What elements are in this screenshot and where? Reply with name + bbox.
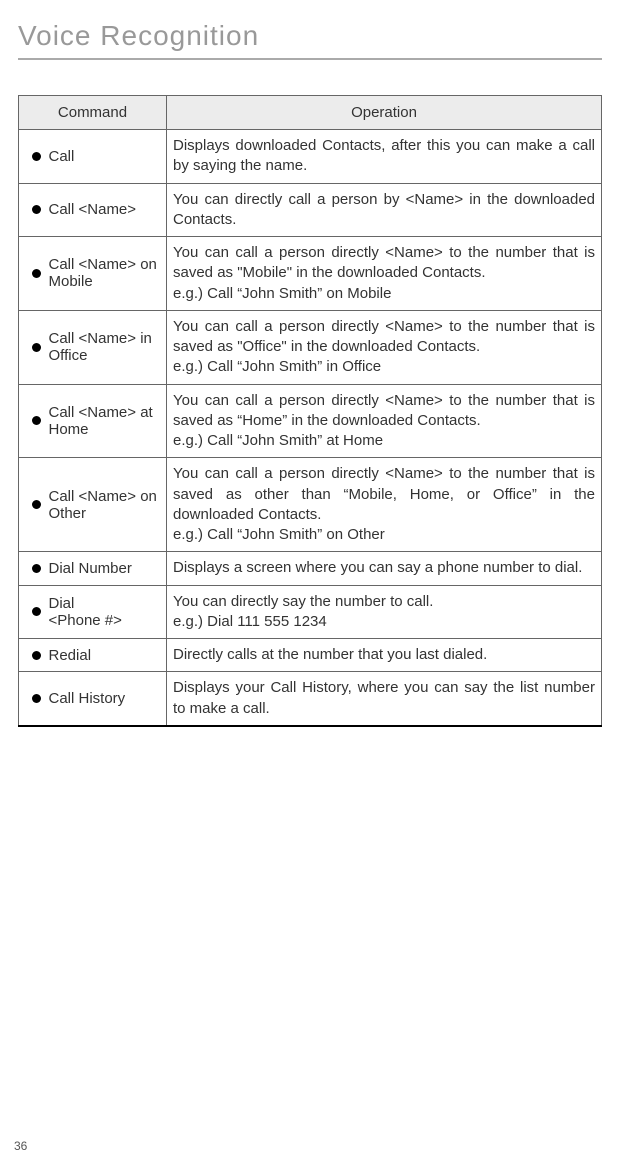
command-cell: Dial Number: [49, 552, 167, 585]
command-cell: Call <Name> on Mobile: [49, 237, 167, 311]
command-cell: Call <Name> on Other: [49, 458, 167, 552]
table-header-row: Command Operation: [19, 96, 602, 130]
bullet-icon: [32, 343, 41, 352]
bullet-icon: [32, 152, 41, 161]
page-number: 36: [14, 1139, 27, 1153]
table-row: Call <Name> on MobileYou can call a pers…: [19, 237, 602, 311]
operation-cell: You can call a person directly <Name> to…: [167, 237, 602, 311]
table-row: Dial<Phone #>You can directly say the nu…: [19, 585, 602, 639]
operation-cell: You can directly call a person by <Name>…: [167, 183, 602, 237]
operation-cell: You can call a person directly <Name> to…: [167, 458, 602, 552]
bullet-cell: [19, 183, 49, 237]
command-cell: Redial: [49, 639, 167, 672]
bullet-icon: [32, 564, 41, 573]
command-cell: Call <Name>: [49, 183, 167, 237]
table-row: CallDisplays downloaded Contacts, after …: [19, 130, 602, 184]
command-cell: Call History: [49, 672, 167, 726]
operation-cell: Directly calls at the number that you la…: [167, 639, 602, 672]
bullet-cell: [19, 384, 49, 458]
operation-cell: You can call a person directly <Name> to…: [167, 310, 602, 384]
bullet-cell: [19, 458, 49, 552]
command-cell: Dial<Phone #>: [49, 585, 167, 639]
table-row: Call HistoryDisplays your Call History, …: [19, 672, 602, 726]
table-row: RedialDirectly calls at the number that …: [19, 639, 602, 672]
bullet-icon: [32, 269, 41, 278]
bullet-cell: [19, 130, 49, 184]
operation-cell: Displays downloaded Contacts, after this…: [167, 130, 602, 184]
title-rule: [18, 58, 602, 60]
operation-cell: Displays your Call History, where you ca…: [167, 672, 602, 726]
commands-table: Command Operation CallDisplays downloade…: [18, 95, 602, 727]
bullet-icon: [32, 694, 41, 703]
table-row: Dial NumberDisplays a screen where you c…: [19, 552, 602, 585]
command-cell: Call <Name> at Home: [49, 384, 167, 458]
bullet-cell: [19, 585, 49, 639]
table-row: Call <Name>You can directly call a perso…: [19, 183, 602, 237]
table-row: Call <Name> at HomeYou can call a person…: [19, 384, 602, 458]
bullet-cell: [19, 639, 49, 672]
bullet-cell: [19, 672, 49, 726]
operation-cell: Displays a screen where you can say a ph…: [167, 552, 602, 585]
table-row: Call <Name> on OtherYou can call a perso…: [19, 458, 602, 552]
table-body: CallDisplays downloaded Contacts, after …: [19, 130, 602, 726]
bullet-icon: [32, 651, 41, 660]
command-cell: Call <Name> in Office: [49, 310, 167, 384]
bullet-icon: [32, 500, 41, 509]
operation-cell: You can directly say the number to call.…: [167, 585, 602, 639]
command-cell: Call: [49, 130, 167, 184]
bullet-icon: [32, 205, 41, 214]
bullet-cell: [19, 552, 49, 585]
header-command: Command: [19, 96, 167, 130]
bullet-cell: [19, 237, 49, 311]
bullet-icon: [32, 607, 41, 616]
operation-cell: You can call a person directly <Name> to…: [167, 384, 602, 458]
header-operation: Operation: [167, 96, 602, 130]
table-row: Call <Name> in OfficeYou can call a pers…: [19, 310, 602, 384]
bullet-cell: [19, 310, 49, 384]
page-title: Voice Recognition: [18, 20, 602, 58]
bullet-icon: [32, 416, 41, 425]
